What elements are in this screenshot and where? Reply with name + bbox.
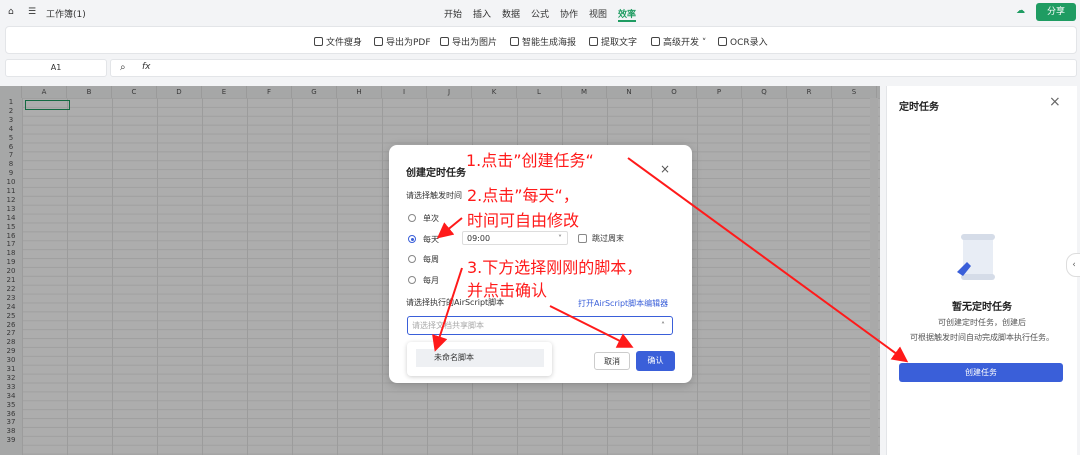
radio-label-once[interactable]: 单次 bbox=[423, 213, 439, 224]
slim-icon bbox=[314, 37, 323, 46]
radio-label-daily[interactable]: 每天 bbox=[423, 234, 439, 245]
advanced-dev-button[interactable]: 高级开发 ˅ bbox=[651, 35, 706, 48]
close-icon[interactable]: × bbox=[1049, 94, 1061, 110]
skip-weekend-checkbox[interactable] bbox=[578, 234, 587, 243]
collapse-panel-button[interactable]: ‹ bbox=[1066, 253, 1080, 277]
time-value: 09:00 bbox=[467, 234, 491, 243]
tool-label: 高级开发 bbox=[663, 38, 700, 48]
annotation-step3: 3.下方选择刚刚的脚本， bbox=[467, 258, 643, 277]
extract-text-icon bbox=[589, 37, 598, 46]
dropdown-option[interactable]: 未命名脚本 bbox=[416, 349, 544, 367]
radio-label-weekly[interactable]: 每周 bbox=[423, 254, 439, 265]
poster-icon bbox=[510, 37, 519, 46]
annotation-step3-detail: 并点击确认 bbox=[467, 281, 548, 300]
tool-label: 提取文字 bbox=[601, 38, 638, 48]
active-tab-indicator bbox=[618, 20, 636, 22]
script-placeholder: 请选择文档共享脚本 bbox=[412, 321, 484, 330]
radio-label-monthly[interactable]: 每月 bbox=[423, 275, 439, 286]
empty-state-description: 可根据触发时间自动完成脚本执行任务。 bbox=[910, 333, 1054, 342]
time-select[interactable]: 09:00 ˅ bbox=[462, 231, 568, 245]
tab-collaborate[interactable]: 协作 bbox=[560, 7, 578, 20]
trigger-time-label: 请选择触发时间 bbox=[406, 191, 462, 200]
script-dropdown: 未命名脚本 bbox=[407, 342, 552, 376]
script-select[interactable]: 请选择文档共享脚本 ˄ bbox=[407, 316, 673, 335]
tool-label: OCR录入 bbox=[730, 38, 768, 48]
annotation-step1: 1.点击”创建任务“ bbox=[466, 151, 594, 170]
tab-start[interactable]: 开始 bbox=[444, 7, 462, 20]
ocr-input-button[interactable]: OCR录入 bbox=[718, 35, 768, 48]
create-task-button[interactable]: 创建任务 bbox=[899, 363, 1063, 382]
home-icon[interactable]: ⌂ bbox=[8, 7, 14, 17]
fx-icon[interactable]: fx bbox=[142, 62, 151, 72]
pdf-icon bbox=[374, 37, 383, 46]
tab-efficiency[interactable]: 效率 bbox=[618, 7, 636, 20]
extract-text-button[interactable]: 提取文字 bbox=[589, 35, 637, 48]
ocr-icon bbox=[718, 37, 727, 46]
chevron-down-icon: ˅ bbox=[699, 38, 707, 48]
dev-icon bbox=[651, 37, 660, 46]
menu-icon[interactable]: ☰ bbox=[28, 7, 36, 17]
image-icon bbox=[440, 37, 449, 46]
empty-document-icon bbox=[957, 234, 995, 280]
radio-once[interactable] bbox=[408, 214, 416, 222]
radio-monthly[interactable] bbox=[408, 276, 416, 284]
tab-view[interactable]: 视图 bbox=[589, 7, 607, 20]
chevron-up-icon: ˄ bbox=[661, 321, 665, 330]
cancel-button[interactable]: 取消 bbox=[594, 352, 630, 370]
chevron-left-icon: ‹ bbox=[1072, 260, 1076, 270]
radio-weekly[interactable] bbox=[408, 255, 416, 263]
workbook-title[interactable]: 工作簿(1) bbox=[46, 7, 86, 20]
confirm-button[interactable]: 确认 bbox=[636, 351, 675, 371]
smart-poster-button[interactable]: 智能生成海报 bbox=[510, 35, 576, 48]
tab-data[interactable]: 数据 bbox=[502, 7, 520, 20]
open-script-editor-link[interactable]: 打开AirScript脚本编辑器 bbox=[578, 298, 668, 309]
export-image-button[interactable]: 导出为图片 bbox=[440, 35, 497, 48]
export-pdf-button[interactable]: 导出为PDF bbox=[374, 35, 431, 48]
tool-label: 文件瘦身 bbox=[326, 38, 363, 48]
panel-title: 定时任务 bbox=[899, 102, 939, 113]
empty-state-description: 可创建定时任务，创建后 bbox=[938, 318, 1026, 327]
tab-formula[interactable]: 公式 bbox=[531, 7, 549, 20]
title-bar: ⌂ ☰ 工作簿(1) 开始 插入 数据 公式 协作 视图 效率 ☁ 分享 bbox=[0, 0, 1080, 25]
cloud-sync-icon[interactable]: ☁ bbox=[1016, 6, 1025, 16]
chevron-down-icon: ˅ bbox=[558, 234, 562, 243]
zoom-search-icon[interactable]: ⌕ bbox=[120, 62, 126, 73]
name-box[interactable]: A1 bbox=[5, 59, 107, 77]
file-slim-button[interactable]: 文件瘦身 bbox=[314, 35, 362, 48]
share-button[interactable]: 分享 bbox=[1036, 3, 1076, 21]
annotation-step2-detail: 时间可自由修改 bbox=[467, 211, 580, 230]
formula-bar[interactable]: ⌕ fx bbox=[110, 59, 1077, 77]
share-label: 分享 bbox=[1046, 7, 1065, 17]
close-icon[interactable]: × bbox=[660, 162, 670, 176]
tool-label: 导出为PDF bbox=[386, 38, 431, 48]
efficiency-toolbar: 文件瘦身 导出为PDF 导出为图片 智能生成海报 提取文字 高级开发 ˅ OCR… bbox=[5, 26, 1077, 54]
annotation-step2: 2.点击”每天“， bbox=[467, 186, 579, 205]
radio-daily[interactable] bbox=[408, 235, 416, 243]
tool-label: 导出为图片 bbox=[452, 38, 498, 48]
skip-weekend-label[interactable]: 跳过周末 bbox=[592, 233, 624, 244]
scheduled-task-panel: 定时任务 × 暂无定时任务 可创建定时任务，创建后 可根据触发时间自动完成脚本执… bbox=[886, 86, 1077, 455]
tool-label: 智能生成海报 bbox=[522, 38, 577, 48]
empty-state-title: 暂无定时任务 bbox=[952, 302, 1012, 313]
dialog-title: 创建定时任务 bbox=[406, 168, 466, 179]
tab-insert[interactable]: 插入 bbox=[473, 7, 491, 20]
